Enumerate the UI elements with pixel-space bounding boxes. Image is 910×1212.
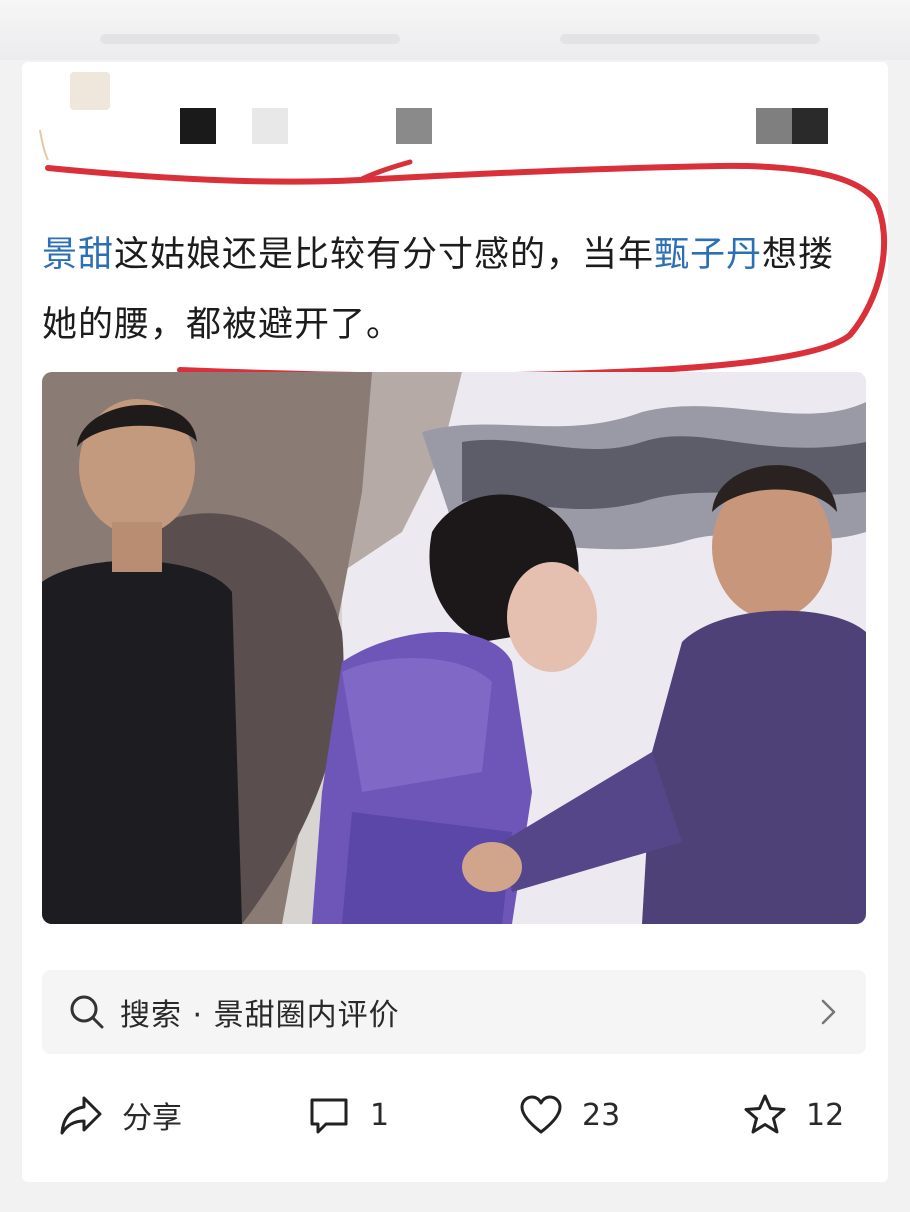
pixelated-meta [792,108,828,144]
comment-count: 1 [370,1097,390,1133]
share-label: 分享 [122,1101,182,1136]
mention-link[interactable]: 景甜 [42,235,114,275]
post-text-segment: 这姑娘还是比较有分寸感的，当年 [114,235,655,275]
mention-link[interactable]: 甄子丹 [654,235,762,275]
like-count: 23 [582,1097,621,1133]
pixelated-username [180,108,216,144]
pixelated-username [252,108,288,144]
action-bar: 分享 1 23 12 [0,1080,910,1150]
chevron-right-icon [821,999,836,1025]
share-icon [60,1096,102,1135]
top-strip [0,0,910,60]
favorite-button[interactable]: 12 [742,1080,844,1150]
blurred-bar [560,34,820,44]
share-button[interactable]: 分享 [58,1080,182,1150]
comment-button[interactable]: 1 [306,1080,389,1150]
favorite-count: 12 [806,1097,845,1133]
post-photo[interactable] [42,372,866,924]
search-icon [70,995,104,1029]
blurred-bar [100,34,400,44]
heart-icon [520,1095,562,1134]
comment-icon [310,1098,348,1134]
related-search-bar[interactable]: 搜索 · 景甜圈内评价 [42,970,866,1054]
search-suggestion-label: 搜索 · 景甜圈内评价 [120,998,400,1033]
post-text: 景甜这姑娘还是比较有分寸感的，当年甄子丹想搂她的腰，都被避开了。 [42,220,842,360]
pixelated-meta [756,108,792,144]
avatar[interactable] [70,72,110,110]
pixelated-username [396,108,432,144]
photo-illustration [42,372,866,924]
like-button[interactable]: 23 [518,1080,620,1150]
star-icon [744,1094,786,1134]
